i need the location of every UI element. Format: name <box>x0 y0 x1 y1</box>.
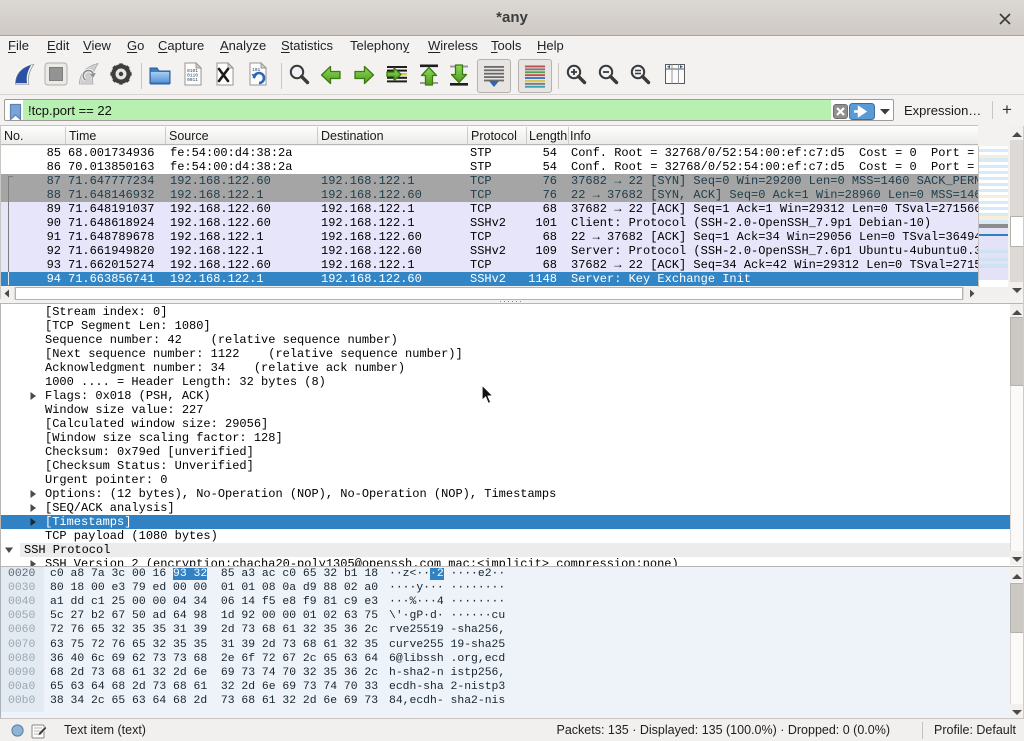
svg-text:0011: 0011 <box>187 77 198 83</box>
